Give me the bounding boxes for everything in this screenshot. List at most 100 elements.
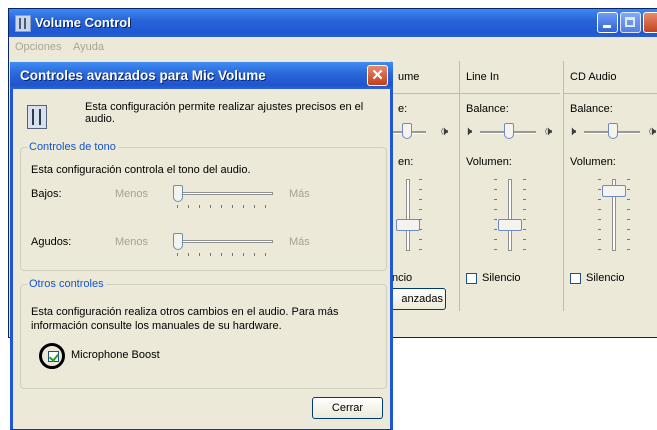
slider-tick <box>265 205 266 208</box>
mute-checkbox[interactable] <box>570 273 581 284</box>
balance-thumb[interactable] <box>504 123 514 139</box>
advanced-button-label: anzadas <box>401 293 443 305</box>
slider-tick <box>254 253 255 256</box>
volume-tick <box>494 209 497 210</box>
dialog-titlebar[interactable]: Controles avanzados para Mic Volume ✕ <box>10 62 393 89</box>
volume-tick <box>627 239 630 240</box>
volume-tick <box>523 189 526 190</box>
menu-opciones[interactable]: Opciones <box>15 41 61 53</box>
microphone-boost-checkbox[interactable] <box>48 351 59 362</box>
bass-slider-thumb[interactable] <box>173 185 183 202</box>
menu-bar: Opciones Ayuda <box>9 37 657 57</box>
speaker-icon: 🕩 <box>440 123 449 138</box>
minimize-icon <box>603 25 611 28</box>
volume-tick <box>523 229 526 230</box>
volume-tick <box>598 179 601 180</box>
volume-label: Volumen: <box>570 156 616 168</box>
volume-label: Volumen: <box>466 156 512 168</box>
volume-tick <box>598 189 601 190</box>
other-description-line1: Esta configuración realiza otros cambios… <box>31 306 339 318</box>
volume-thumb[interactable] <box>602 185 626 198</box>
volume-tick <box>627 249 630 250</box>
slider-tick <box>265 253 266 256</box>
volume-tick <box>494 229 497 230</box>
mute-label: Silencio <box>482 272 521 284</box>
slider-tick <box>221 205 222 208</box>
microphone-boost-label[interactable]: Microphone Boost <box>71 349 160 361</box>
volume-tick <box>494 179 497 180</box>
channel-name: ume <box>398 71 420 83</box>
volume-tick <box>419 179 422 180</box>
treble-slider-ticks <box>177 253 271 256</box>
bass-slider-track <box>173 192 273 195</box>
dialog-title: Controles avanzados para Mic Volume <box>20 68 266 83</box>
volume-tick <box>494 199 497 200</box>
treble-label: Agudos: <box>31 236 72 248</box>
volume-label: en: <box>398 156 414 168</box>
other-description-line2: información consulte los manuales de su … <box>31 320 282 332</box>
volume-tick <box>494 249 497 250</box>
other-controls-legend: Otros controles <box>27 278 106 290</box>
volume-tick <box>494 219 497 220</box>
treble-slider-thumb[interactable] <box>173 233 183 250</box>
mute-checkbox[interactable] <box>466 273 477 284</box>
slider-tick <box>254 205 255 208</box>
balance-thumb[interactable] <box>402 123 412 139</box>
slider-tick <box>210 205 211 208</box>
menu-ayuda[interactable]: Ayuda <box>73 41 104 53</box>
close-button[interactable] <box>643 12 657 33</box>
close-dialog-button[interactable]: Cerrar <box>312 397 383 419</box>
speaker-icon: 🕩 <box>544 123 553 138</box>
volume-tick <box>598 209 601 210</box>
highlight-circle <box>39 343 65 369</box>
mute-label: ncio <box>392 272 413 284</box>
volume-tick <box>494 239 497 240</box>
window-title: Volume Control <box>35 15 131 30</box>
speaker-icon: 🕨 <box>464 123 473 138</box>
minimize-button[interactable] <box>597 12 618 33</box>
bass-max-label: Más <box>289 188 310 200</box>
balance-thumb[interactable] <box>608 123 618 139</box>
slider-tick <box>232 253 233 256</box>
speaker-icon: 🕩 <box>648 123 657 138</box>
volume-tick <box>598 229 601 230</box>
mixer-icon <box>27 105 47 129</box>
close-icon: ✕ <box>371 67 384 84</box>
slider-tick <box>199 253 200 256</box>
dialog-close-button[interactable]: ✕ <box>367 65 388 86</box>
volume-tick <box>419 189 422 190</box>
volume-tick <box>598 249 601 250</box>
balance-slider[interactable]: 🕨 🕩 <box>464 121 560 141</box>
balance-label: e: <box>398 103 408 115</box>
volume-tick <box>627 199 630 200</box>
volume-tick <box>419 199 422 200</box>
dialog-description: Esta configuración permite realizar ajus… <box>85 101 364 125</box>
slider-tick <box>232 205 233 208</box>
treble-max-label: Más <box>289 236 310 248</box>
volume-track[interactable] <box>508 179 512 251</box>
bass-slider[interactable] <box>173 185 273 208</box>
volume-thumb[interactable] <box>498 219 522 232</box>
balance-slider[interactable]: 🕨 🕩 <box>568 121 657 141</box>
slider-tick <box>221 253 222 256</box>
volume-tick <box>627 189 630 190</box>
volume-tick <box>627 219 630 220</box>
volume-tick <box>523 179 526 180</box>
volume-track[interactable] <box>406 179 410 251</box>
volume-thumb[interactable] <box>396 219 420 232</box>
treble-slider[interactable] <box>173 233 273 256</box>
divider <box>460 93 560 94</box>
slider-tick <box>188 253 189 256</box>
divider <box>564 93 657 94</box>
channel-line-in: Line In Balance: 🕨 🕩 Volumen: Silencio <box>459 61 564 311</box>
volume-tick <box>598 199 601 200</box>
volume-tick <box>419 209 422 210</box>
maximize-icon <box>625 17 635 27</box>
advanced-button[interactable]: anzadas <box>386 288 446 310</box>
other-controls-group: Otros controles Esta configuración reali… <box>20 278 387 389</box>
volume-control-titlebar[interactable]: Volume Control <box>9 9 657 37</box>
volume-tick <box>523 199 526 200</box>
tone-controls-legend: Controles de tono <box>27 141 118 153</box>
treble-slider-track <box>173 240 273 243</box>
maximize-button[interactable] <box>620 12 641 33</box>
